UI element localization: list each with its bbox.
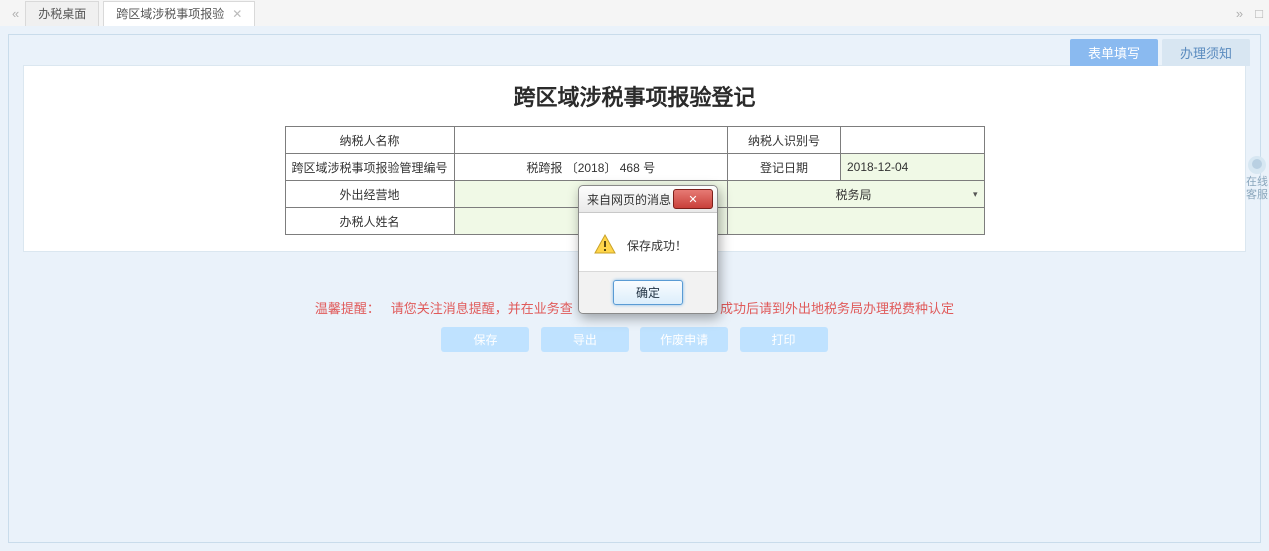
field-taxpayer-name[interactable] [454,127,727,154]
tip-prefix: 温馨提醒： [315,301,380,316]
label-reg-date: 登记日期 [727,154,840,181]
label-mgmt-no: 跨区域涉税事项报验管理编号 [285,154,454,181]
window-maximize-icon[interactable]: □ [1255,6,1263,21]
dialog-header: 来自网页的消息 ✕ [579,186,717,213]
save-button[interactable]: 保存 [441,327,529,352]
subtab-label: 表单填写 [1088,46,1140,61]
subtab-notice[interactable]: 办理须知 [1162,39,1250,66]
ok-button[interactable]: 确定 [613,280,683,305]
subtab-label: 办理须知 [1180,46,1232,61]
subtab-form[interactable]: 表单填写 [1070,39,1158,66]
dialog-message: 保存成功！ [627,237,687,254]
tip-left: 请您关注消息提醒，并在业务查 [391,301,573,316]
tabs-scroll-left-icon[interactable]: « [6,6,25,21]
table-row: 纳税人名称 纳税人识别号 [285,127,984,154]
tip-right: 成功后请到外出地税务局办理税费种认定 [720,301,954,316]
dialog-title: 来自网页的消息 [587,191,671,208]
field-empty[interactable] [727,208,984,235]
tab-desktop[interactable]: 办税桌面 [25,1,99,26]
tab-label: 跨区域涉税事项报验 [116,5,224,22]
field-mgmt-no: 税跨报 〔2018〕 468 号 [454,154,727,181]
side-widget-label: 在线客服 [1245,176,1269,202]
close-icon[interactable]: ✕ [232,7,242,21]
online-service-widget[interactable]: 在线客服 [1245,156,1269,202]
dialog-footer: 确定 [579,271,717,313]
field-reg-date[interactable]: 2018-12-04 [840,154,984,181]
chevron-down-icon: ▾ [973,189,978,200]
dropdown-value: 税务局 [734,186,973,203]
void-button[interactable]: 作废申请 [640,327,728,352]
print-button[interactable]: 打印 [740,327,828,352]
label-taxpayer-name: 纳税人名称 [285,127,454,154]
warning-icon [593,233,617,257]
button-row: 保存 导出 作废申请 打印 [9,327,1260,352]
tabs-scroll-right-icon[interactable]: » [1236,6,1243,21]
tab-label: 办税桌面 [38,5,86,22]
field-taxpayer-id[interactable] [840,127,984,154]
table-row: 跨区域涉税事项报验管理编号 税跨报 〔2018〕 468 号 登记日期 2018… [285,154,984,181]
label-out-place: 外出经营地 [285,181,454,208]
label-taxpayer-id: 纳税人识别号 [727,127,840,154]
avatar-icon [1248,156,1266,174]
dialog-body: 保存成功！ [579,213,717,271]
alert-dialog: 来自网页的消息 ✕ 保存成功！ 确定 [578,185,718,314]
tab-bar: « 办税桌面 跨区域涉税事项报验 ✕ » □ [0,0,1269,27]
field-tax-bureau[interactable]: 税务局 ▾ [727,181,984,208]
workspace: 表单填写 办理须知 跨区域涉税事项报验登记 纳税人名称 纳税人识别号 跨区域涉税… [0,26,1269,551]
tab-cross-region[interactable]: 跨区域涉税事项报验 ✕ [103,1,255,26]
dialog-close-button[interactable]: ✕ [673,189,713,209]
export-button[interactable]: 导出 [541,327,629,352]
panel: 表单填写 办理须知 跨区域涉税事项报验登记 纳税人名称 纳税人识别号 跨区域涉税… [8,34,1261,543]
page-title: 跨区域涉税事项报验登记 [24,66,1245,126]
label-handler-name: 办税人姓名 [285,208,454,235]
sub-tabs: 表单填写 办理须知 [1070,39,1250,66]
window-controls: » □ [1236,0,1263,26]
